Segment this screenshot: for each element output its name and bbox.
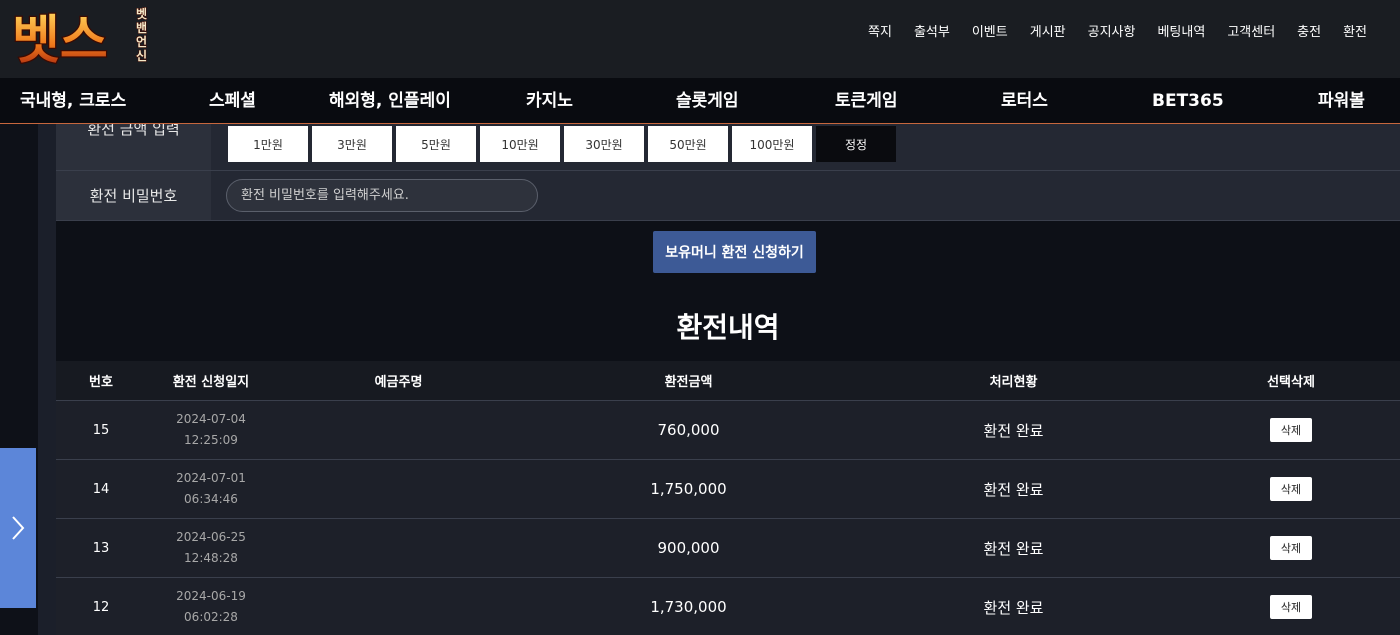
game-nav-slot[interactable]: 슬롯게임 <box>676 90 739 112</box>
amount-500k-button[interactable]: 50만원 <box>648 126 728 162</box>
row-holder <box>276 578 521 635</box>
withdraw-history-table: 번호 환전 신청일지 예금주명 환전금액 처리현황 선택삭제 15 2024-0… <box>56 361 1400 635</box>
column-header-no: 번호 <box>89 375 113 390</box>
password-row: 환전 비밀번호 <box>56 171 1400 221</box>
column-header-holder: 예금주명 <box>374 375 423 390</box>
row-delete-cell: 삭제 <box>1171 401 1400 459</box>
row-delete-button[interactable]: 삭제 <box>1270 595 1312 619</box>
withdraw-password-input[interactable] <box>226 179 538 212</box>
column-header-date: 환전 신청일지 <box>172 375 250 390</box>
row-status: 환전 완료 <box>983 598 1044 617</box>
amount-100k-button[interactable]: 10만원 <box>480 126 560 162</box>
row-amount: 1,750,000 <box>650 480 727 498</box>
top-menu-attendance[interactable]: 출석부 <box>903 24 961 42</box>
site-logo[interactable]: 벳스 벳 밴 언 신 <box>10 2 150 71</box>
row-date: 2024-07-04 12:25:09 <box>146 401 276 459</box>
logo-side-char: 밴 <box>136 21 147 35</box>
game-nav: 국내형, 크로스 스페셜 해외형, 인플레이 카지노 슬롯게임 토큰게임 로터스… <box>0 78 1400 124</box>
row-number: 13 <box>92 540 110 556</box>
game-nav-domestic-cross[interactable]: 국내형, 크로스 <box>20 90 126 112</box>
game-nav-lotus[interactable]: 로터스 <box>1001 90 1048 112</box>
logo-image: 벳스 벳 밴 언 신 <box>11 6 148 71</box>
logo-side-char: 벳 <box>136 6 147 21</box>
row-date-day: 2024-06-19 <box>176 589 246 603</box>
top-menu-deposit[interactable]: 충전 <box>1286 24 1332 42</box>
column-header-amount: 환전금액 <box>664 375 713 390</box>
row-date-day: 2024-07-01 <box>176 471 246 485</box>
row-amount: 760,000 <box>657 421 720 439</box>
logo-side-char: 언 <box>136 34 147 49</box>
table-row: 12 2024-06-19 06:02:28 1,730,000 환전 완료 삭… <box>56 578 1400 635</box>
row-number: 15 <box>92 422 110 438</box>
row-date-time: 12:48:28 <box>184 551 238 565</box>
amount-50k-button[interactable]: 5만원 <box>396 126 476 162</box>
table-row: 13 2024-06-25 12:48:28 900,000 환전 완료 삭제 <box>56 519 1400 578</box>
row-amount: 1,730,000 <box>650 598 727 616</box>
top-menu-message[interactable]: 쪽지 <box>857 24 903 42</box>
row-date: 2024-07-01 06:34:46 <box>146 460 276 518</box>
amount-buttons: 1만원 3만원 5만원 10만원 30만원 50만원 100만원 정정 <box>228 126 896 162</box>
game-nav-special[interactable]: 스페셜 <box>209 90 256 112</box>
row-date-time: 12:25:09 <box>184 433 238 447</box>
row-date-day: 2024-06-25 <box>176 530 246 544</box>
row-holder <box>276 460 521 518</box>
top-menu-support[interactable]: 고객센터 <box>1216 24 1286 42</box>
table-header: 번호 환전 신청일지 예금주명 환전금액 처리현황 선택삭제 <box>56 361 1400 401</box>
left-stripe <box>38 124 56 635</box>
row-date-time: 06:02:28 <box>184 610 238 624</box>
row-date-day: 2024-07-04 <box>176 412 246 426</box>
row-date: 2024-06-19 06:02:28 <box>146 578 276 635</box>
table-row: 14 2024-07-01 06:34:46 1,750,000 환전 완료 삭… <box>56 460 1400 519</box>
side-panel-toggle[interactable] <box>0 448 36 608</box>
row-amount: 900,000 <box>657 539 720 557</box>
column-header-status: 처리현황 <box>989 375 1038 390</box>
row-number: 14 <box>92 481 110 497</box>
top-menu: 쪽지 출석부 이벤트 게시판 공지사항 베팅내역 고객센터 충전 환전 <box>857 24 1378 42</box>
row-status: 환전 완료 <box>983 480 1044 499</box>
top-menu-withdraw[interactable]: 환전 <box>1332 24 1378 42</box>
top-menu-board[interactable]: 게시판 <box>1019 24 1077 42</box>
row-delete-button[interactable]: 삭제 <box>1270 418 1312 442</box>
top-menu-event[interactable]: 이벤트 <box>961 24 1019 42</box>
row-delete-cell: 삭제 <box>1171 578 1400 635</box>
history-title: 환전내역 <box>676 311 780 344</box>
row-date: 2024-06-25 12:48:28 <box>146 519 276 577</box>
row-status: 환전 완료 <box>983 421 1044 440</box>
password-label: 환전 비밀번호 <box>56 171 211 220</box>
row-number: 12 <box>92 599 110 615</box>
top-header: 벳스 벳 밴 언 신 쪽지 출석부 이벤트 게시판 공지사항 베팅내역 고객센터… <box>0 0 1400 78</box>
table-row: 15 2024-07-04 12:25:09 760,000 환전 완료 삭제 <box>56 401 1400 460</box>
amount-reset-button[interactable]: 정정 <box>816 126 896 162</box>
amount-30k-button[interactable]: 3만원 <box>312 126 392 162</box>
game-nav-overseas-inplay[interactable]: 해외형, 인플레이 <box>329 90 451 112</box>
withdraw-form: 환전 금액 입력 1만원 3만원 5만원 10만원 30만원 50만원 100만… <box>56 124 1400 221</box>
game-nav-powerball[interactable]: 파워볼 <box>1318 90 1365 112</box>
game-nav-casino[interactable]: 카지노 <box>526 90 573 112</box>
row-delete-cell: 삭제 <box>1171 519 1400 577</box>
top-menu-notice[interactable]: 공지사항 <box>1077 24 1147 42</box>
row-delete-cell: 삭제 <box>1171 460 1400 518</box>
column-header-delete: 선택삭제 <box>1267 375 1315 390</box>
logo-main-text: 벳스 <box>12 11 108 70</box>
row-holder <box>276 401 521 459</box>
game-nav-bet365[interactable]: BET365 <box>1152 90 1224 112</box>
row-delete-button[interactable]: 삭제 <box>1270 536 1312 560</box>
amount-10k-button[interactable]: 1만원 <box>228 126 308 162</box>
row-status: 환전 완료 <box>983 539 1044 558</box>
logo-side-char: 신 <box>136 48 147 63</box>
chevron-right-icon <box>12 516 25 540</box>
withdraw-submit-button[interactable]: 보유머니 환전 신청하기 <box>653 231 816 273</box>
amount-300k-button[interactable]: 30만원 <box>564 126 644 162</box>
row-date-time: 06:34:46 <box>184 492 238 506</box>
amount-row: 환전 금액 입력 1만원 3만원 5만원 10만원 30만원 50만원 100만… <box>56 124 1400 171</box>
amount-1m-button[interactable]: 100만원 <box>732 126 812 162</box>
game-nav-token[interactable]: 토큰게임 <box>835 90 898 112</box>
top-menu-bet-history[interactable]: 베팅내역 <box>1146 24 1216 42</box>
amount-label: 환전 금액 입력 <box>56 124 211 170</box>
row-holder <box>276 519 521 577</box>
row-delete-button[interactable]: 삭제 <box>1270 477 1312 501</box>
